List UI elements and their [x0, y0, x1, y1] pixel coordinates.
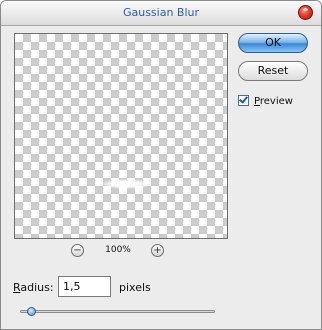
preview-checkbox[interactable] — [238, 95, 249, 106]
title-bar: Gaussian Blur — [1, 1, 321, 26]
close-icon[interactable] — [298, 5, 313, 20]
radius-slider-thumb[interactable] — [27, 307, 37, 316]
radius-slider-track[interactable] — [20, 310, 215, 313]
preview-canvas[interactable] — [14, 33, 228, 239]
zoom-level: 100% — [105, 245, 131, 255]
blurred-stroke — [101, 179, 151, 189]
preview-label-rest: review — [259, 96, 293, 107]
dialog-title: Gaussian Blur — [122, 6, 200, 19]
zoom-in-icon[interactable]: + — [151, 244, 164, 257]
preview-label[interactable]: Preview — [254, 96, 293, 107]
reset-button[interactable]: Reset — [238, 61, 308, 81]
ok-button[interactable]: OK — [238, 33, 308, 53]
radius-units-label: pixels — [119, 281, 151, 294]
gaussian-blur-dialog: Gaussian Blur − 100% + OK Reset Preview … — [0, 0, 322, 330]
radius-label: Radius: — [13, 281, 54, 294]
radius-input[interactable] — [58, 276, 111, 297]
zoom-out-icon[interactable]: − — [71, 244, 84, 257]
radius-label-rest: adius: — [20, 281, 54, 294]
